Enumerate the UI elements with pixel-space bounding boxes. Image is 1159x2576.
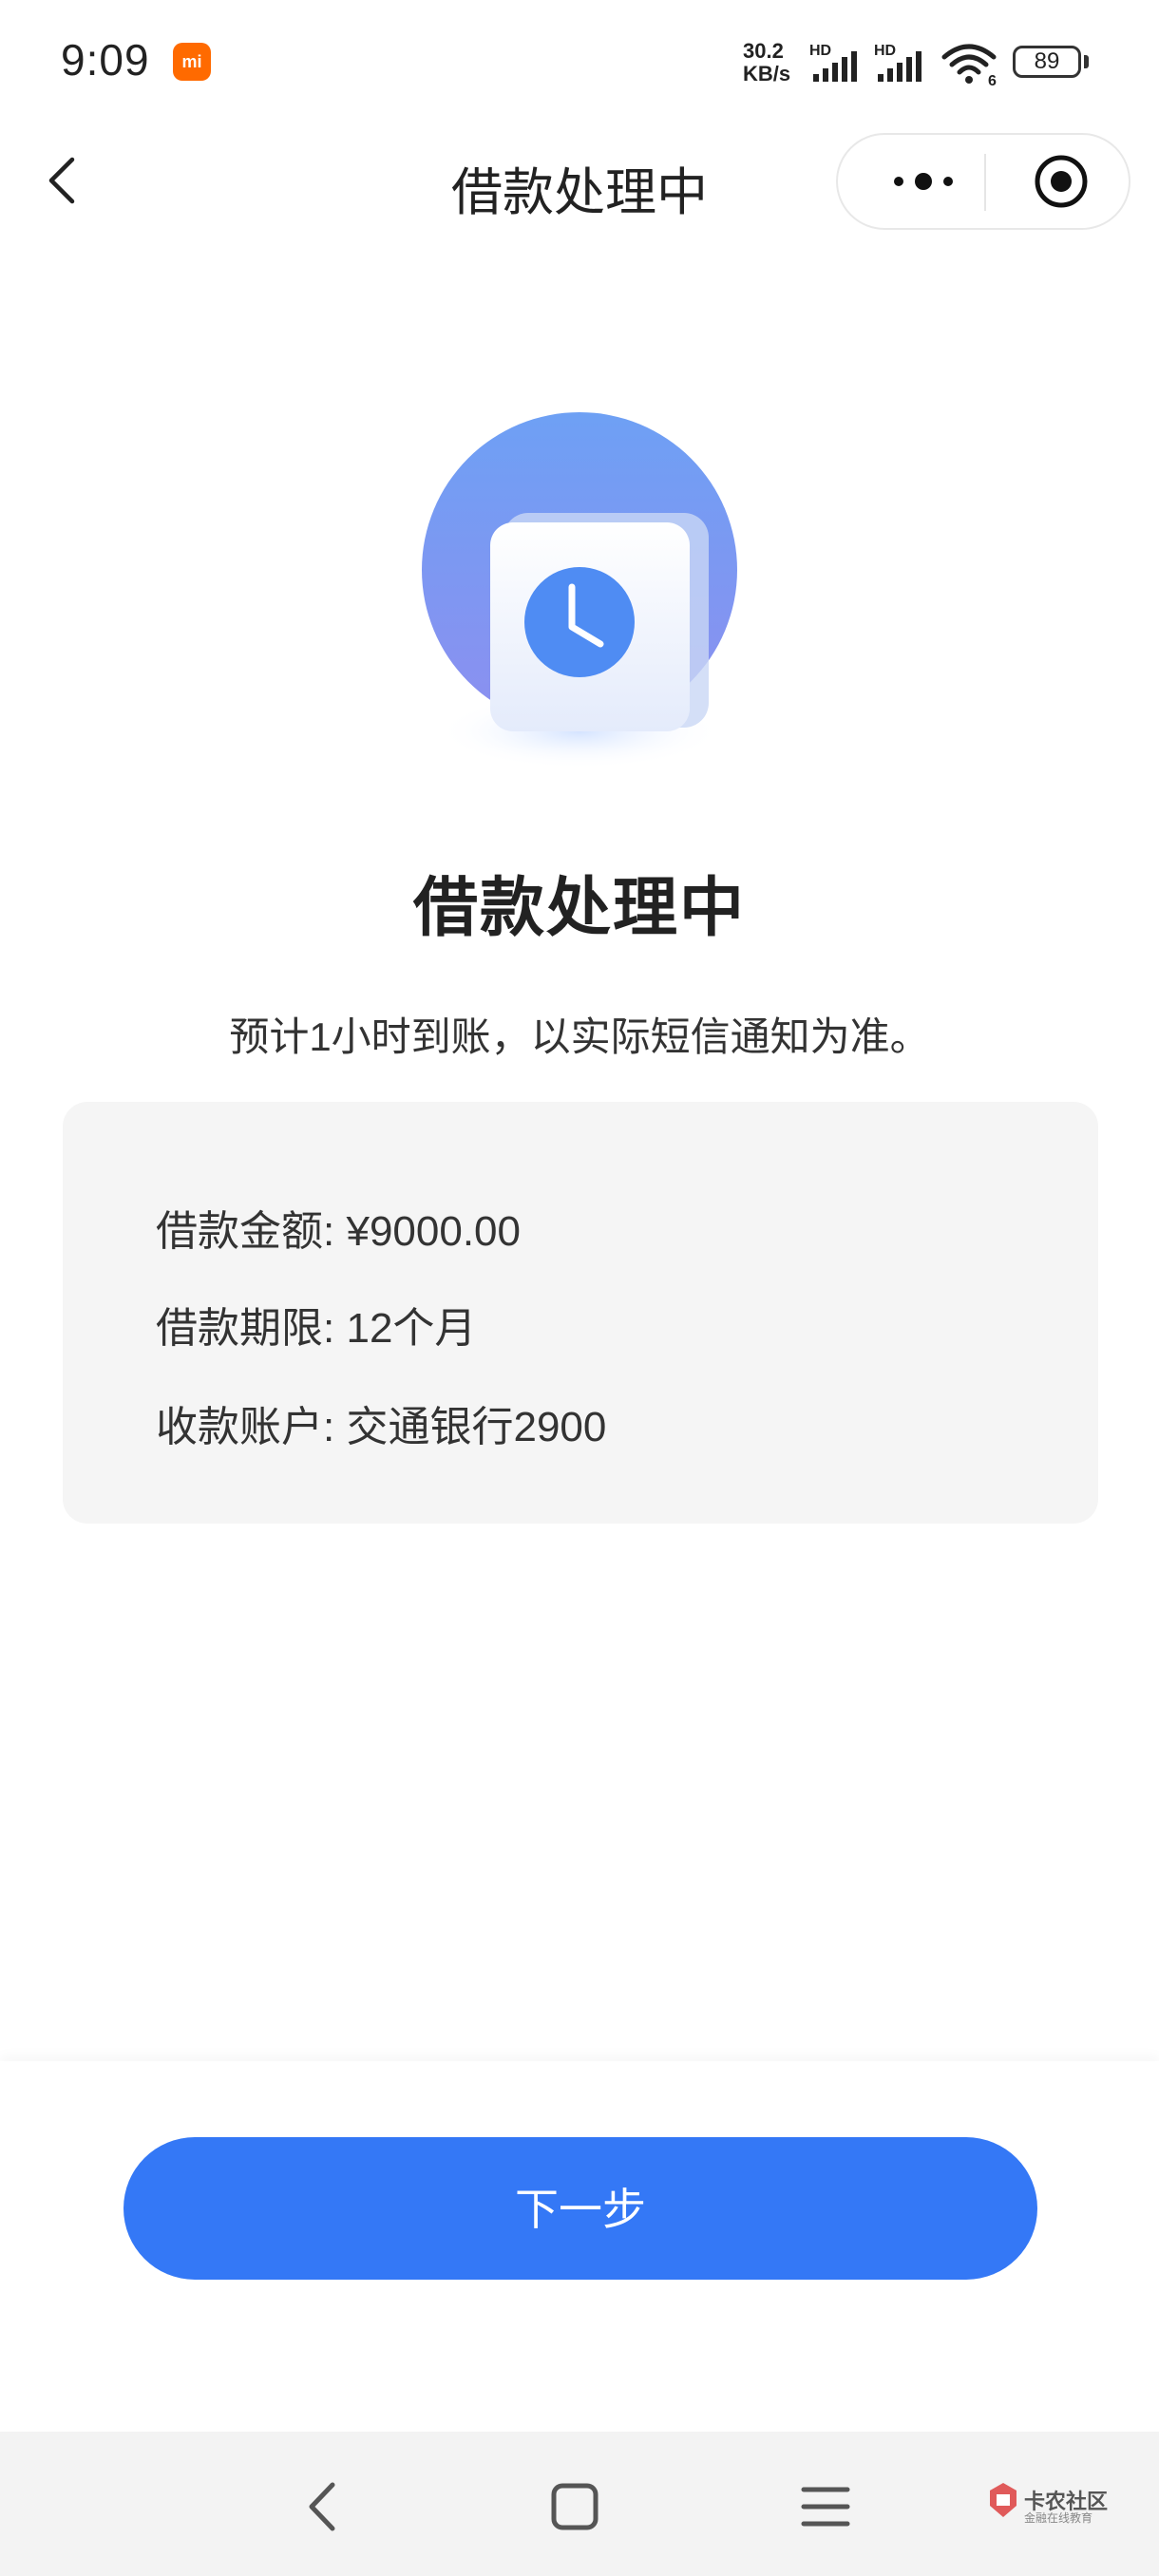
system-menu-icon[interactable] xyxy=(792,2473,859,2540)
network-speed-unit: KB/s xyxy=(743,62,791,85)
status-title: 借款处理中 xyxy=(412,872,746,944)
signal-hd-label-2: HD xyxy=(874,43,896,59)
battery-tip xyxy=(1084,55,1089,68)
network-speed: 30.2 KB/s xyxy=(743,40,804,85)
receive-account-value: 交通银行2900 xyxy=(346,1404,607,1450)
loan-amount-row: 借款金额: ¥9000.00 xyxy=(156,1197,521,1258)
system-nav-bar: 卡农社区 金融在线教育 xyxy=(0,2432,1159,2576)
nav-bar: 借款处理中 xyxy=(0,133,1159,230)
loan-term-row: 借款期限: 12个月 xyxy=(156,1294,476,1354)
loan-info-card: 借款金额: ¥9000.00 借款期限: 12个月 收款账户: 交通银行2900 xyxy=(63,1102,1098,1524)
system-back-icon[interactable] xyxy=(291,2473,357,2540)
wifi-label: 6 xyxy=(988,73,997,87)
next-step-button[interactable]: 下一步 xyxy=(124,2137,1037,2280)
signal-icon: HD xyxy=(809,43,857,82)
loan-amount-value: ¥9000.00 xyxy=(346,1208,521,1255)
receive-account-row: 收款账户: 交通银行2900 xyxy=(156,1392,606,1453)
target-close-icon[interactable] xyxy=(1018,148,1104,215)
signal-icon-2: HD xyxy=(874,43,922,82)
loan-term-value: 12个月 xyxy=(346,1305,477,1352)
watermark: 卡农社区 金融在线教育 xyxy=(986,2481,1138,2529)
receive-account-label: 收款账户: xyxy=(156,1404,335,1450)
watermark-subtext: 金融在线教育 xyxy=(1024,2511,1093,2525)
status-bar: 9:09 mi 30.2 KB/s HD HD 6 89 xyxy=(0,0,1159,123)
status-subtitle: 预计1小时到账，以实际短信通知为准。 xyxy=(229,1014,930,1059)
watermark-logo-icon xyxy=(990,2483,1016,2517)
capsule-divider xyxy=(984,154,986,211)
status-time: 9:09 xyxy=(61,35,150,85)
clock-icon xyxy=(422,412,737,769)
loan-amount-label: 借款金额: xyxy=(156,1208,335,1255)
network-speed-value: 30.2 xyxy=(743,39,784,63)
mi-notification-icon: mi xyxy=(173,43,211,81)
bottom-action-area: 下一步 xyxy=(0,2061,1159,2432)
loan-term-label: 借款期限: xyxy=(156,1305,335,1352)
more-dots-icon[interactable] xyxy=(864,148,978,215)
battery-icon: 89 xyxy=(1013,46,1081,78)
signal-hd-label: HD xyxy=(809,43,831,59)
miniapp-capsule xyxy=(836,133,1130,230)
system-home-icon[interactable] xyxy=(542,2473,608,2540)
wifi-icon: 6 xyxy=(941,44,997,87)
